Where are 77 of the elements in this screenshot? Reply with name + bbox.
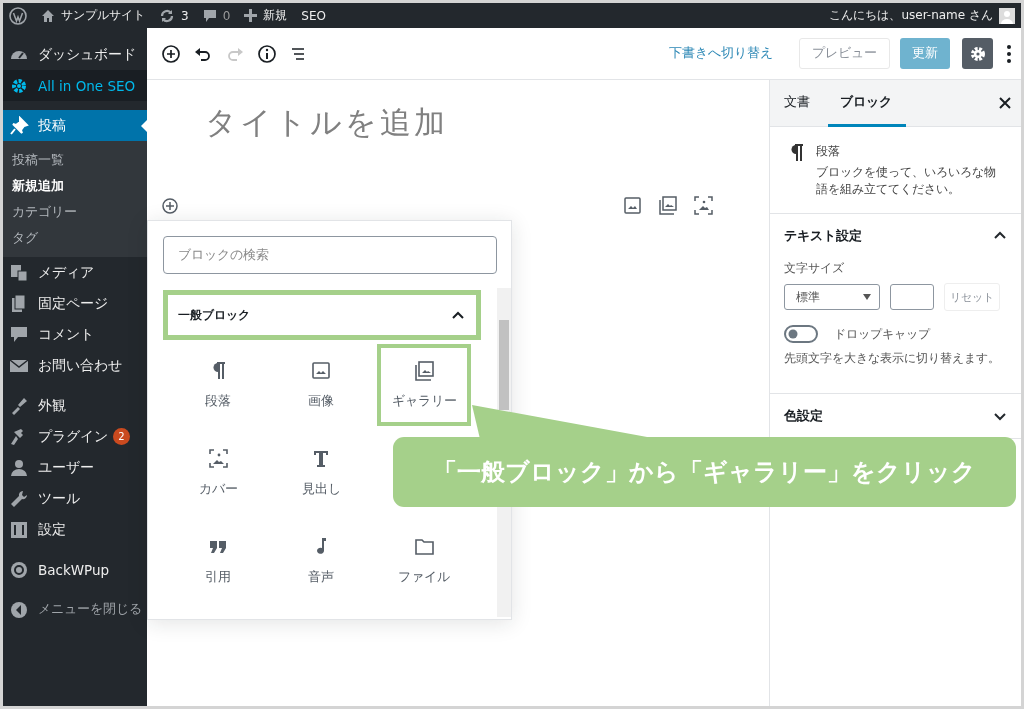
menu-item[interactable]: All in One SEO	[3, 70, 147, 101]
wrench-icon	[9, 488, 29, 509]
gallery-icon	[658, 196, 677, 215]
block-type-item[interactable]: 見出し	[274, 432, 368, 514]
avatar-icon	[999, 7, 1015, 24]
plus-icon	[244, 9, 258, 22]
section-title[interactable]: テキスト設定	[784, 227, 862, 245]
home-icon	[41, 8, 55, 23]
folder-icon	[413, 536, 435, 557]
menu-item[interactable]: 設定	[3, 514, 147, 545]
menu-item[interactable]: ユーザー	[3, 452, 147, 483]
greeting-text[interactable]: こんにちは、user-name さん	[829, 7, 993, 24]
refresh-icon	[159, 7, 175, 24]
cover-image-icon	[207, 448, 229, 469]
menu-item[interactable]: コメント	[3, 319, 147, 350]
menu-item[interactable]: 外観	[3, 390, 147, 421]
toggle-label: ドロップキャップ	[834, 325, 930, 343]
menu-item[interactable]: ダッシュボード	[3, 39, 147, 70]
pilcrow-icon	[788, 143, 804, 163]
block-name: 段落	[816, 143, 841, 160]
scrollbar-thumb[interactable]	[499, 320, 509, 410]
comments-count[interactable]: 0	[222, 8, 231, 23]
site-name-link[interactable]: サンプルサイト	[61, 7, 145, 24]
settings-button[interactable]	[962, 38, 993, 69]
font-size-select[interactable]: 標準	[784, 284, 880, 311]
block-type-item[interactable]: カバー	[171, 432, 265, 514]
cover-image-icon	[694, 196, 713, 215]
media-icon	[9, 262, 29, 283]
close-icon	[999, 97, 1011, 109]
block-type-item[interactable]: 音声	[274, 520, 368, 602]
more-options-icon	[1007, 44, 1011, 63]
submenu-item[interactable]: タグ	[3, 225, 147, 251]
pushpin-icon	[9, 115, 29, 136]
seo-link[interactable]: SEO	[301, 8, 326, 23]
user-icon	[9, 457, 29, 478]
block-description: ブロックを使って、いろいろな物語を組み立ててください。	[816, 164, 997, 198]
menu-item[interactable]: BackWPup	[3, 554, 147, 585]
block-type-item[interactable]: 画像	[274, 344, 368, 426]
count-badge: 2	[113, 428, 130, 445]
block-type-item[interactable]: ファイル	[377, 520, 471, 602]
switch-to-draft-link[interactable]: 下書きへ切り替え	[669, 45, 773, 62]
sidebar-tab[interactable]: ブロック	[828, 80, 906, 127]
block-type-item[interactable]: ギャラリー	[377, 344, 471, 426]
add-block-icon	[162, 197, 178, 214]
menu-item[interactable]: 投稿	[3, 110, 147, 141]
image-icon	[310, 360, 332, 381]
menu-item[interactable]: 固定ページ	[3, 288, 147, 319]
menu-item[interactable]: お問い合わせ	[3, 350, 147, 381]
submenu-item[interactable]: 投稿一覧	[3, 147, 147, 173]
settings-icon	[968, 44, 987, 63]
add-block-icon	[162, 44, 180, 63]
field-label: 文字サイズ	[784, 260, 845, 278]
comment-icon	[202, 8, 217, 23]
list-icon	[290, 46, 306, 61]
dropdown-arrow-icon	[863, 294, 871, 301]
menu-item[interactable]: ツール	[3, 483, 147, 514]
block-type-item[interactable]: 段落	[171, 344, 265, 426]
submenu-item[interactable]: 新規追加	[3, 173, 147, 199]
menu-item[interactable]: メディア	[3, 257, 147, 288]
new-link[interactable]: 新規	[263, 7, 288, 24]
wordpress-logo-icon	[9, 6, 27, 25]
submenu-item[interactable]: カテゴリー	[3, 199, 147, 225]
section-title[interactable]: 色設定	[784, 407, 823, 425]
block-type-item[interactable]: 引用	[171, 520, 265, 602]
custom-size-input[interactable]	[890, 284, 934, 311]
block-search-field[interactable]: ブロックの検索	[163, 236, 497, 274]
circle-logo-icon	[9, 559, 29, 580]
category-header[interactable]: 一般ブロック	[163, 290, 481, 340]
collapse-menu-button[interactable]: メニューを閉じる	[3, 594, 147, 625]
info-icon	[258, 44, 276, 63]
help-text: 先頭文字を大きな表示に切り替えます。	[784, 351, 1001, 367]
menu-item[interactable]: プラグイン 2	[3, 421, 147, 452]
updates-count[interactable]: 3	[181, 8, 189, 23]
gallery-icon	[413, 360, 435, 381]
title-placeholder[interactable]: タイトルを追加	[205, 102, 448, 144]
sidebar-tab[interactable]: 文書	[784, 80, 822, 127]
image-icon	[624, 197, 641, 214]
